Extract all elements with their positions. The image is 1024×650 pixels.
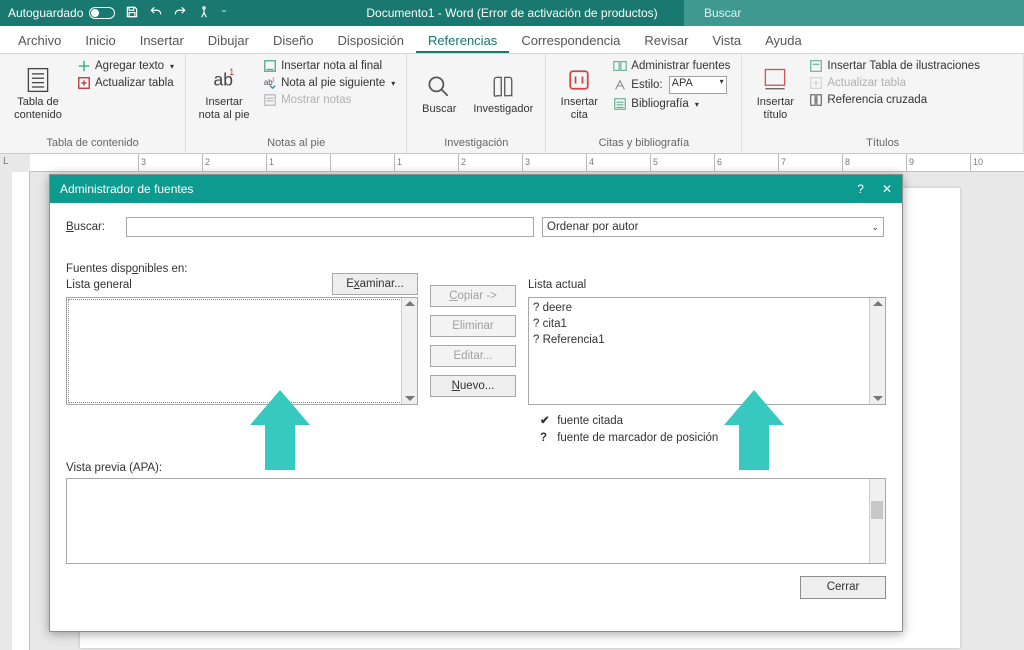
search-label: Buscar: xyxy=(66,221,118,233)
insert-endnote-button[interactable]: Insertar nota al final xyxy=(260,58,398,74)
group-captions: Insertar título Insertar Tabla de ilustr… xyxy=(742,54,1024,153)
close-button[interactable]: Cerrar xyxy=(800,576,886,599)
edit-button: Editar... xyxy=(430,345,516,367)
placeholder-mark-icon: ? xyxy=(540,430,554,447)
workspace: L Administrador de fuentes ? ✕ Buscar: O… xyxy=(0,154,1024,650)
preview-label: Vista previa (APA): xyxy=(66,462,886,474)
close-icon[interactable]: ✕ xyxy=(882,182,892,196)
master-listbox[interactable] xyxy=(66,297,418,405)
ribbon: Tabla de contenido Agregar texto▾ Actual… xyxy=(0,54,1024,154)
tab-view[interactable]: Vista xyxy=(700,27,753,53)
group-research-label: Investigación xyxy=(415,135,537,153)
cited-mark-icon: ✔ xyxy=(540,413,554,430)
group-footnotes: ab1 Insertar nota al pie Insertar nota a… xyxy=(186,54,407,153)
tab-layout[interactable]: Disposición xyxy=(325,27,415,53)
help-icon[interactable]: ? xyxy=(857,182,864,196)
undo-icon[interactable] xyxy=(149,5,163,22)
bibliography-button[interactable]: Bibliografía▾ xyxy=(610,96,733,112)
search-input[interactable] xyxy=(702,5,1014,21)
master-list-label: Lista general xyxy=(66,279,188,295)
tab-references[interactable]: Referencias xyxy=(416,27,509,53)
group-citations-label: Citas y bibliografía xyxy=(554,135,733,153)
title-bar: Autoguardado ⁼ Documento1 - Word (Error … xyxy=(0,0,1024,26)
cross-reference-button[interactable]: Referencia cruzada xyxy=(806,92,983,108)
tab-file[interactable]: Archivo xyxy=(6,27,73,53)
toggle-off-icon[interactable] xyxy=(89,7,115,19)
ribbon-tabs: Archivo Inicio Insertar Dibujar Diseño D… xyxy=(0,26,1024,54)
tab-draw[interactable]: Dibujar xyxy=(196,27,261,53)
tab-home[interactable]: Inicio xyxy=(73,27,127,53)
researcher-button[interactable]: Investigador xyxy=(469,58,537,130)
chevron-down-icon: ⌄ xyxy=(871,222,879,233)
manage-sources-button[interactable]: Administrar fuentes xyxy=(610,58,733,74)
dialog-title: Administrador de fuentes xyxy=(60,182,193,196)
scrollbar[interactable] xyxy=(869,298,885,404)
autosave-label: Autoguardado xyxy=(8,6,83,20)
list-item[interactable]: ? deere xyxy=(533,300,881,316)
group-captions-label: Títulos xyxy=(750,135,1015,153)
group-footnotes-label: Notas al pie xyxy=(194,135,398,153)
tab-design[interactable]: Diseño xyxy=(261,27,325,53)
available-label: Fuentes disponibles en: xyxy=(66,263,188,279)
current-list-label: Lista actual xyxy=(528,279,886,295)
svg-text:1: 1 xyxy=(229,67,234,77)
current-listbox[interactable]: ? deere ? cita1 ? Referencia1 xyxy=(528,297,886,405)
list-item[interactable]: ? cita1 xyxy=(533,316,881,332)
redo-icon[interactable] xyxy=(173,5,187,22)
search-input-dialog[interactable] xyxy=(126,217,534,237)
group-citations: Insertar cita Administrar fuentes Estilo… xyxy=(546,54,742,153)
tab-stop-indicator[interactable]: L xyxy=(3,156,13,168)
group-toc-label: Tabla de contenido xyxy=(8,135,177,153)
toc-button[interactable]: Tabla de contenido xyxy=(8,58,68,130)
horizontal-ruler[interactable] xyxy=(30,154,1024,172)
insert-caption-button[interactable]: Insertar título xyxy=(750,58,800,130)
show-notes-button: Mostrar notas xyxy=(260,92,398,108)
group-research: Buscar Investigador Investigación xyxy=(407,54,546,153)
next-footnote-button[interactable]: ab1 Nota al pie siguiente▾ xyxy=(260,75,398,91)
style-select[interactable]: APA ▾ xyxy=(669,76,727,94)
style-selector-row: Estilo: APA ▾ xyxy=(610,75,733,95)
research-search-button[interactable]: Buscar xyxy=(415,58,463,130)
search-bar[interactable] xyxy=(684,0,1024,26)
qat-customize-icon[interactable]: ⁼ xyxy=(221,8,226,19)
browse-button[interactable]: Examinar... xyxy=(332,273,418,295)
dialog-titlebar[interactable]: Administrador de fuentes ? ✕ xyxy=(50,175,902,203)
sort-dropdown[interactable]: Ordenar por autor ⌄ xyxy=(542,217,884,237)
preview-box xyxy=(66,478,886,564)
source-manager-dialog: Administrador de fuentes ? ✕ Buscar: Ord… xyxy=(49,174,903,632)
scrollbar[interactable] xyxy=(869,479,885,563)
toc-label: Tabla de contenido xyxy=(14,96,62,121)
update-fig-table-button: Actualizar tabla xyxy=(806,75,983,91)
list-item[interactable]: ? Referencia1 xyxy=(533,332,881,348)
legend: ✔ fuente citada ? fuente de marcador de … xyxy=(528,413,886,448)
copy-button: Copiar -> xyxy=(430,285,516,307)
group-toc: Tabla de contenido Agregar texto▾ Actual… xyxy=(0,54,186,153)
touch-mode-icon[interactable] xyxy=(197,5,211,22)
tab-review[interactable]: Revisar xyxy=(632,27,700,53)
save-icon[interactable] xyxy=(125,5,139,22)
svg-text:1: 1 xyxy=(272,77,275,83)
new-button[interactable]: Nuevo... xyxy=(430,375,516,397)
add-text-button[interactable]: Agregar texto▾ xyxy=(74,58,177,74)
autosave-toggle[interactable]: Autoguardado xyxy=(8,6,115,20)
tab-mailings[interactable]: Correspondencia xyxy=(509,27,632,53)
scrollbar[interactable] xyxy=(401,298,417,404)
delete-button: Eliminar xyxy=(430,315,516,337)
vertical-ruler[interactable] xyxy=(12,172,30,650)
tab-insert[interactable]: Insertar xyxy=(128,27,196,53)
insert-fig-table-button[interactable]: Insertar Tabla de ilustraciones xyxy=(806,58,983,74)
update-toc-button[interactable]: Actualizar tabla xyxy=(74,75,177,91)
quick-access-toolbar: Autoguardado ⁼ xyxy=(0,5,235,22)
insert-citation-button[interactable]: Insertar cita xyxy=(554,58,604,130)
insert-footnote-button[interactable]: ab1 Insertar nota al pie xyxy=(194,58,254,130)
tab-help[interactable]: Ayuda xyxy=(753,27,814,53)
